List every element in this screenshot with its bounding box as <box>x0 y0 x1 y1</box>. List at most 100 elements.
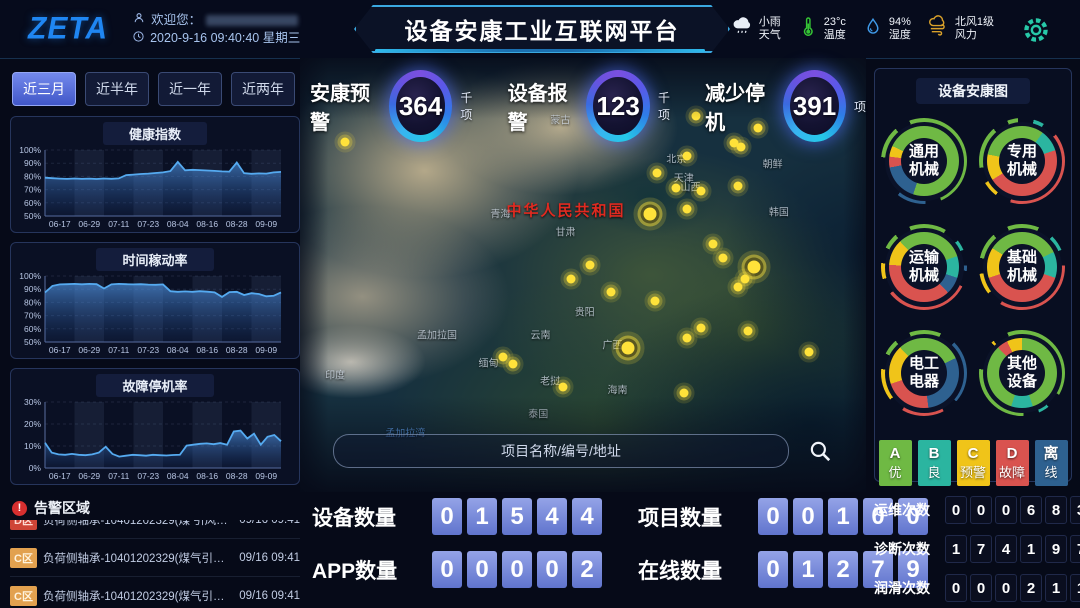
kpi-label: 设备报警 <box>508 77 579 135</box>
gauge-其他设备[interactable]: 其他设备 <box>979 330 1065 416</box>
kpi-value: 391 <box>793 91 836 122</box>
gauge-基础机械[interactable]: 基础机械 <box>979 224 1065 310</box>
map-marker[interactable] <box>804 348 813 357</box>
search-input[interactable] <box>333 434 789 468</box>
map-marker[interactable] <box>650 297 659 306</box>
search-icon[interactable] <box>807 438 833 464</box>
svg-text:100%: 100% <box>19 145 41 155</box>
kpi-unit: 千项 <box>460 89 481 123</box>
legend-C: C预警 <box>957 440 990 486</box>
svg-text:30%: 30% <box>24 397 41 407</box>
time-filter-button-2[interactable]: 近一年 <box>158 72 222 106</box>
map-marker[interactable] <box>586 261 595 270</box>
svg-text:08-04: 08-04 <box>167 471 189 481</box>
map-marker[interactable] <box>621 342 634 355</box>
settings-gear-icon[interactable] <box>1020 14 1052 46</box>
weather-item: 小雨天气 <box>731 15 781 43</box>
gauge-通用机械[interactable]: 通用机械 <box>881 118 967 204</box>
alerts-title: 告警区域 <box>34 498 90 518</box>
map-marker[interactable] <box>733 182 742 191</box>
digit-box: 7 <box>970 535 992 563</box>
map-marker[interactable] <box>740 274 749 283</box>
gauge-运输机械[interactable]: 运输机械 <box>881 224 967 310</box>
time-filter-group: 近三月近半年近一年近两年 <box>12 72 300 106</box>
wind-icon <box>927 15 950 43</box>
map-marker[interactable] <box>708 239 717 248</box>
gauge-label: 专用机械 <box>1007 143 1037 179</box>
zeta-logo: ZETA <box>28 11 108 47</box>
map-marker[interactable] <box>682 204 691 213</box>
dashboard-root: ZETA 欢迎您： 2020-9-16 09:40:40 星期三 设备安康工业互… <box>0 0 1080 608</box>
digit-box: 1 <box>828 498 858 535</box>
weather-item: 北风1级风力 <box>927 15 994 43</box>
svg-text:06-29: 06-29 <box>78 219 100 229</box>
chart-panel-0: 健康指数100%90%80%70%60%50%06-1706-2907-1107… <box>10 116 300 233</box>
weather-text: 北风1级风力 <box>955 16 994 42</box>
alert-zone-badge: D区 <box>10 520 37 530</box>
time-filter-button-0[interactable]: 近三月 <box>12 72 76 106</box>
map-marker[interactable] <box>733 283 742 292</box>
map-label: 海南 <box>608 381 628 396</box>
map-label: 中华人民共和国 <box>507 199 626 220</box>
counter-运维次数: 运维次数000683 <box>874 496 1074 524</box>
counter-label: 润滑次数 <box>874 578 936 598</box>
welcome-label: 欢迎您： <box>151 12 201 29</box>
digit-box: 2 <box>572 551 602 588</box>
map-marker[interactable] <box>696 186 705 195</box>
kpi-安康预警: 安康预警364千项 <box>310 70 482 142</box>
svg-text:07-11: 07-11 <box>108 471 129 481</box>
digit-box: 4 <box>995 535 1017 563</box>
map-marker[interactable] <box>652 168 661 177</box>
map-marker[interactable] <box>644 207 657 220</box>
map-marker[interactable] <box>743 327 752 336</box>
alert-list: D区负荷侧轴承-10401202329(煤 引风机电...09/16 09:41… <box>10 520 300 608</box>
map-marker[interactable] <box>509 359 518 368</box>
alert-row[interactable]: D区负荷侧轴承-10401202329(煤 引风机电...09/16 09:41 <box>10 520 300 539</box>
map-marker[interactable] <box>558 383 567 392</box>
gauge-电工电器[interactable]: 电工电器 <box>881 330 967 416</box>
kpi-value: 123 <box>596 91 639 122</box>
kpi-unit: 项 <box>854 98 866 115</box>
china-map[interactable]: 中华人民共和国蒙古北京天津朝鲜韩国山西青海甘肃孟加拉国印度缅甸云南贵阳广西老挝泰… <box>300 58 866 492</box>
counter-润滑次数: 润滑次数000211 <box>874 574 1074 602</box>
kpi-circle: 391 <box>783 70 846 142</box>
map-marker[interactable] <box>566 274 575 283</box>
map-marker[interactable] <box>737 142 746 151</box>
map-marker[interactable] <box>718 254 727 263</box>
map-marker[interactable] <box>747 260 760 273</box>
platform-title-frame: 设备安康工业互联网平台 <box>354 5 726 49</box>
digit-box: 1 <box>467 498 497 535</box>
kpi-设备报警: 设备报警123千项 <box>508 70 680 142</box>
gauge-专用机械[interactable]: 专用机械 <box>979 118 1065 204</box>
map-marker[interactable] <box>672 184 681 193</box>
welcome-block: 欢迎您： 2020-9-16 09:40:40 星期三 <box>132 11 300 48</box>
map-marker[interactable] <box>498 352 507 361</box>
chart-panel-1: 时间稼动率100%90%80%70%60%50%06-1706-2907-110… <box>10 242 300 359</box>
alert-time: 09/16 09:41 <box>239 590 300 602</box>
platform-title: 设备安康工业互联网平台 <box>405 12 680 46</box>
digit-box: 0 <box>537 551 567 588</box>
thermometer-icon <box>797 16 819 43</box>
map-marker[interactable] <box>606 287 615 296</box>
time-filter-button-3[interactable]: 近两年 <box>231 72 295 106</box>
svg-text:90%: 90% <box>24 284 41 294</box>
map-marker[interactable] <box>682 334 691 343</box>
gauge-label: 其他设备 <box>1007 355 1037 391</box>
kpi-circle: 364 <box>389 70 453 142</box>
map-marker[interactable] <box>682 151 691 160</box>
gauge-center: 基础机械 <box>999 244 1045 290</box>
alert-row[interactable]: C区负荷侧轴承-10401202329(煤气引风机电...09/16 09:41 <box>10 539 300 577</box>
stat-label: 项目数量 <box>638 502 742 532</box>
kpi-label: 安康预警 <box>310 77 381 135</box>
map-marker[interactable] <box>679 388 688 397</box>
alert-row[interactable]: C区负荷侧轴承-10401202329(煤气引风机电...09/16 09:41 <box>10 577 300 608</box>
clock-icon <box>132 30 145 48</box>
map-label: 云南 <box>531 327 551 342</box>
digit-box: 0 <box>970 574 992 602</box>
chart-title: 健康指数 <box>103 122 207 145</box>
map-label: 朝鲜 <box>763 156 783 171</box>
digit-box: 0 <box>758 551 788 588</box>
time-filter-button-1[interactable]: 近半年 <box>85 72 149 106</box>
counter-digits: 000211 <box>945 574 1080 602</box>
map-marker[interactable] <box>696 324 705 333</box>
